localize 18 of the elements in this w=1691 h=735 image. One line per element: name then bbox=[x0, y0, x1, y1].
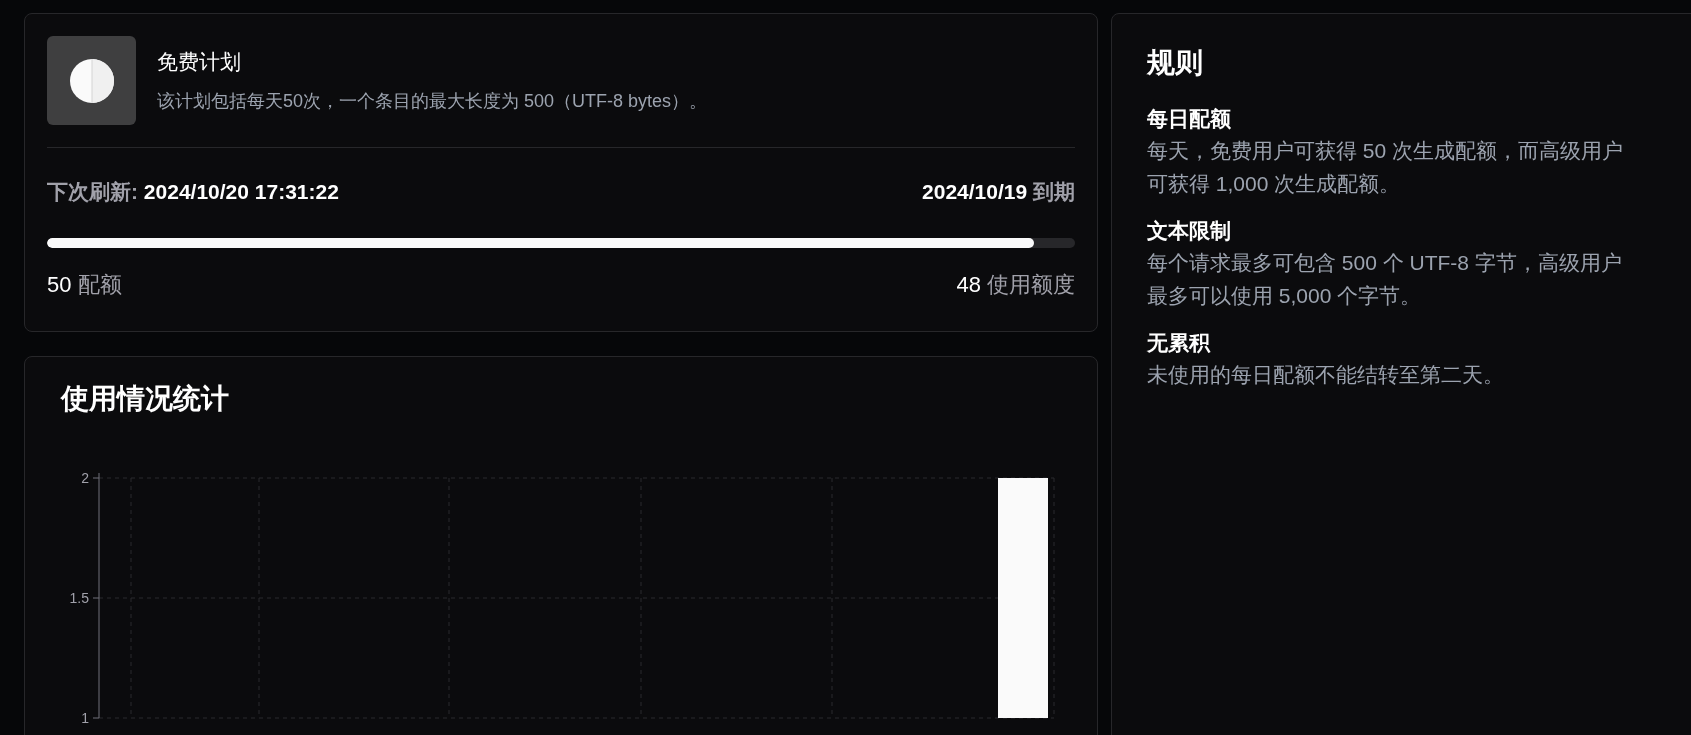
rule-body: 每个请求最多可包含 500 个 UTF-8 字节，高级用户最多可以使用 5,000 个字节。 bbox=[1147, 250, 1623, 309]
rule-heading: 每日配额 bbox=[1147, 106, 1232, 132]
plan-description: 该计划包括每天50次，一个条目的最大长度为 500（UTF-8 bytes）。 bbox=[157, 89, 708, 113]
rule-body: 每天，免费用户可获得 50 次生成配额，而高级用户可获得 1,000 次生成配额。 bbox=[1147, 138, 1625, 197]
rule-body: 未使用的每日配额不能结转至第二天。 bbox=[1147, 362, 1505, 388]
expiry: 2024/10/19 到期 bbox=[922, 179, 1075, 205]
used-count: 48 使用额度 bbox=[956, 270, 1075, 299]
plan-title: 免费计划 bbox=[157, 49, 242, 76]
y-tick-label: 2 bbox=[81, 469, 89, 486]
y-tick-label: 1.5 bbox=[69, 589, 89, 606]
rules-title: 规则 bbox=[1147, 46, 1204, 80]
y-tick-label: 1 bbox=[81, 709, 89, 726]
usage-stats-title: 使用情况统计 bbox=[61, 382, 230, 415]
next-refresh: 下次刷新: 2024/10/20 17:31:22 bbox=[47, 179, 339, 205]
rule-heading: 无累积 bbox=[1147, 330, 1212, 356]
plan-icon bbox=[47, 36, 136, 125]
quota-count: 50 配额 bbox=[47, 270, 122, 299]
rule-heading: 文本限制 bbox=[1147, 218, 1232, 244]
